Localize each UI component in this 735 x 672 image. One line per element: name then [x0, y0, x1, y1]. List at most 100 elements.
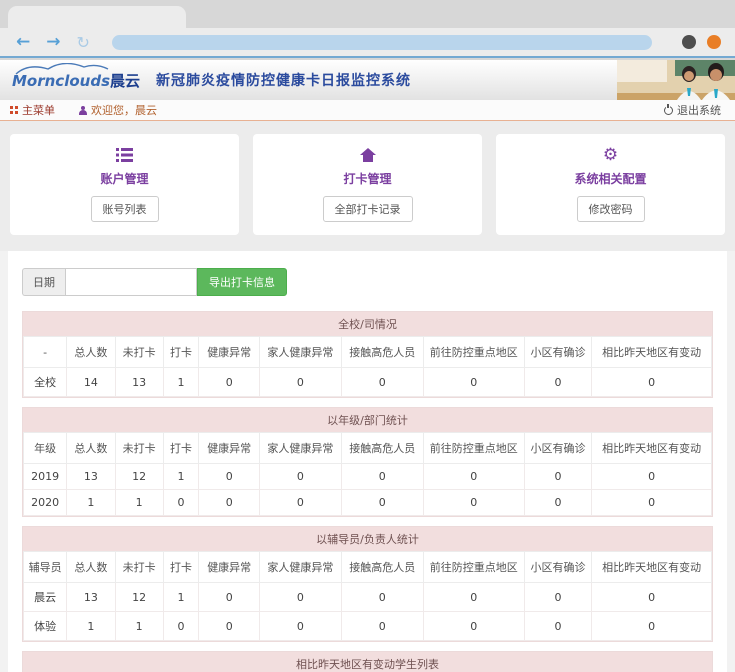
table-cell: 0 — [524, 368, 591, 397]
table-cell: 2020 — [24, 490, 67, 516]
all-checkin-records-button[interactable]: 全部打卡记录 — [323, 196, 413, 222]
welcome-text: 欢迎您，晨云 — [79, 102, 157, 118]
header-row: 辅导员总人数未打卡打卡健康异常家人健康异常接触高危人员前往防控重点地区小区有确诊… — [24, 552, 712, 583]
date-input[interactable] — [65, 268, 197, 296]
table-cell: 0 — [524, 612, 591, 641]
table-cell: 13 — [67, 464, 115, 490]
menu-dot-icon[interactable] — [707, 35, 721, 49]
browser-chrome: ← → ↻ — [0, 0, 735, 60]
home-icon — [360, 148, 376, 162]
main-panel: 日期 导出打卡信息 全校/司情况 -总人数未打卡打卡健康异常家人健康异常接触高危… — [8, 251, 727, 672]
table-cell: 0 — [592, 583, 712, 612]
changed-students-section: 相比昨天地区有变动学生列表 姓名学号班级辅导员联系电话移动级别昨日打卡位置今日打… — [22, 651, 713, 672]
browser-tab[interactable] — [8, 6, 186, 28]
card-title: 打卡管理 — [253, 170, 482, 187]
column-header: 健康异常 — [199, 552, 260, 583]
table-cell: 0 — [163, 612, 199, 641]
card-title: 系统相关配置 — [496, 170, 725, 187]
forward-icon[interactable]: → — [46, 34, 60, 51]
export-checkin-button[interactable]: 导出打卡信息 — [197, 268, 287, 296]
table-cell: 0 — [259, 583, 341, 612]
table-cell: 0 — [199, 464, 260, 490]
table-cell: 0 — [199, 490, 260, 516]
table-cell: 0 — [259, 368, 341, 397]
card-system-config: ⚙ 系统相关配置 修改密码 — [496, 134, 725, 235]
column-header: 前往防控重点地区 — [423, 552, 524, 583]
card-account-management: 账户管理 账号列表 — [10, 134, 239, 235]
table-cell: 0 — [259, 464, 341, 490]
header-photo — [617, 60, 735, 100]
column-header: 家人健康异常 — [259, 433, 341, 464]
column-header: 打卡 — [163, 433, 199, 464]
profile-dot-icon[interactable] — [682, 35, 696, 49]
table-cell: 1 — [163, 583, 199, 612]
table-title: 相比昨天地区有变动学生列表 — [23, 652, 712, 672]
table-cell: 晨云 — [24, 583, 67, 612]
table-title: 以辅导员/负责人统计 — [23, 527, 712, 551]
table-cell: 0 — [199, 368, 260, 397]
column-header: 相比昨天地区有变动 — [592, 552, 712, 583]
date-label: 日期 — [22, 268, 65, 296]
list-icon — [116, 148, 134, 162]
change-password-button[interactable]: 修改密码 — [577, 196, 645, 222]
table-cell: 14 — [67, 368, 115, 397]
column-header: 未打卡 — [115, 433, 163, 464]
grade-stats-section: 以年级/部门统计 年级总人数未打卡打卡健康异常家人健康异常接触高危人员前往防控重… — [22, 407, 713, 517]
table-cell: 0 — [163, 490, 199, 516]
table-cell: 0 — [423, 583, 524, 612]
header-row: 年级总人数未打卡打卡健康异常家人健康异常接触高危人员前往防控重点地区小区有确诊相… — [24, 433, 712, 464]
table-cell: 0 — [423, 464, 524, 490]
column-header: 相比昨天地区有变动 — [592, 337, 712, 368]
column-header: 打卡 — [163, 337, 199, 368]
welcome-label: 欢迎您，晨云 — [91, 102, 157, 118]
table-row: 晨云13121000000 — [24, 583, 712, 612]
grade-stats-table: 年级总人数未打卡打卡健康异常家人健康异常接触高危人员前往防控重点地区小区有确诊相… — [23, 432, 712, 516]
table-cell: 0 — [524, 490, 591, 516]
column-header: 接触高危人员 — [341, 552, 423, 583]
column-header: 健康异常 — [199, 433, 260, 464]
table-cell: 1 — [115, 612, 163, 641]
table-cell: 0 — [341, 583, 423, 612]
cloud-swoosh-icon — [14, 63, 110, 75]
main-menu-label: 主菜单 — [22, 102, 55, 118]
header-row: -总人数未打卡打卡健康异常家人健康异常接触高危人员前往防控重点地区小区有确诊相比… — [24, 337, 712, 368]
browser-toolbar: ← → ↻ — [0, 28, 735, 58]
column-header: 未打卡 — [115, 552, 163, 583]
action-cards: 账户管理 账号列表 打卡管理 全部打卡记录 ⚙ 系统相关配置 修改密码 — [0, 121, 735, 251]
school-summary-table: -总人数未打卡打卡健康异常家人健康异常接触高危人员前往防控重点地区小区有确诊相比… — [23, 336, 712, 397]
user-icon — [79, 106, 87, 115]
table-cell: 0 — [259, 612, 341, 641]
column-header: 前往防控重点地区 — [423, 337, 524, 368]
logout-button[interactable]: 退出系统 — [664, 102, 721, 118]
table-cell: 13 — [115, 368, 163, 397]
date-filter: 日期 导出打卡信息 — [22, 268, 713, 296]
table-cell: 1 — [67, 612, 115, 641]
table-title: 以年级/部门统计 — [23, 408, 712, 432]
page-title: 新冠肺炎疫情防控健康卡日报监控系统 — [156, 70, 411, 90]
refresh-icon[interactable]: ↻ — [77, 33, 90, 52]
account-list-button[interactable]: 账号列表 — [91, 196, 159, 222]
card-checkin-management: 打卡管理 全部打卡记录 — [253, 134, 482, 235]
table-cell: 0 — [524, 464, 591, 490]
table-cell: 12 — [115, 464, 163, 490]
address-bar[interactable] — [112, 35, 652, 50]
table-cell: 0 — [341, 368, 423, 397]
column-header: 家人健康异常 — [259, 552, 341, 583]
column-header: 小区有确诊 — [524, 337, 591, 368]
card-title: 账户管理 — [10, 170, 239, 187]
table-row: 2020110000000 — [24, 490, 712, 516]
counselor-stats-section: 以辅导员/负责人统计 辅导员总人数未打卡打卡健康异常家人健康异常接触高危人员前往… — [22, 526, 713, 642]
table-cell: 全校 — [24, 368, 67, 397]
table-cell: 0 — [259, 490, 341, 516]
table-cell: 0 — [199, 583, 260, 612]
column-header: 小区有确诊 — [524, 433, 591, 464]
column-header: 未打卡 — [115, 337, 163, 368]
counselor-stats-table: 辅导员总人数未打卡打卡健康异常家人健康异常接触高危人员前往防控重点地区小区有确诊… — [23, 551, 712, 641]
logout-label: 退出系统 — [677, 102, 721, 118]
table-cell: 0 — [592, 612, 712, 641]
table-cell: 1 — [163, 368, 199, 397]
table-cell: 0 — [341, 490, 423, 516]
table-cell: 12 — [115, 583, 163, 612]
main-menu-link[interactable]: 主菜单 — [10, 102, 55, 118]
back-icon[interactable]: ← — [16, 34, 30, 51]
